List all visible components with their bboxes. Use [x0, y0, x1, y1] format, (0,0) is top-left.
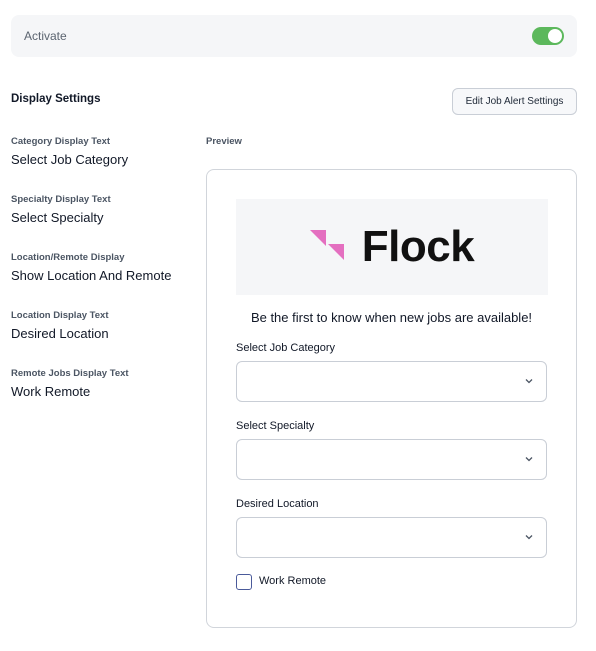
setting-label: Specialty Display Text: [11, 194, 111, 205]
setting-value: Show Location And Remote: [11, 268, 172, 283]
settings-list: Category Display Text Select Job Categor…: [11, 136, 201, 426]
setting-remote: Remote Jobs Display Text Work Remote: [11, 368, 201, 426]
job-category-select[interactable]: [236, 361, 547, 402]
preview-card: Flock Be the first to know when new jobs…: [206, 169, 577, 628]
chevron-down-icon: [525, 535, 533, 540]
setting-value: Select Specialty: [11, 210, 104, 225]
setting-label: Category Display Text: [11, 136, 111, 147]
display-settings-title: Display Settings: [11, 93, 101, 105]
toggle-knob: [548, 29, 562, 43]
setting-value: Work Remote: [11, 384, 91, 399]
setting-label: Remote Jobs Display Text: [11, 368, 129, 379]
preview-label: Preview: [206, 136, 242, 147]
activate-label: Activate: [24, 29, 67, 43]
setting-label: Location/Remote Display: [11, 252, 125, 263]
logo-text: Flock: [361, 222, 475, 271]
desired-location-label: Desired Location: [236, 498, 319, 510]
activate-toggle[interactable]: [532, 27, 564, 45]
tagline: Be the first to know when new jobs are a…: [250, 310, 533, 325]
work-remote-checkbox[interactable]: [236, 574, 252, 590]
flock-logo-icon: [309, 230, 344, 260]
edit-job-alert-settings-button[interactable]: Edit Job Alert Settings: [452, 88, 577, 115]
desired-location-select[interactable]: [236, 517, 547, 558]
setting-specialty: Specialty Display Text Select Specialty: [11, 194, 201, 252]
work-remote-label: Work Remote: [259, 575, 327, 587]
specialty-select[interactable]: [236, 439, 547, 480]
setting-category: Category Display Text Select Job Categor…: [11, 136, 201, 194]
logo-box: Flock: [236, 199, 548, 295]
chevron-down-icon: [525, 379, 533, 384]
setting-value: Desired Location: [11, 326, 109, 341]
specialty-label: Select Specialty: [236, 420, 315, 432]
setting-value: Select Job Category: [11, 152, 129, 167]
chevron-down-icon: [525, 457, 533, 462]
setting-location-remote: Location/Remote Display Show Location An…: [11, 252, 201, 310]
job-category-label: Select Job Category: [236, 342, 336, 354]
setting-label: Location Display Text: [11, 310, 109, 321]
activate-bar: Activate: [11, 15, 577, 57]
setting-location: Location Display Text Desired Location: [11, 310, 201, 368]
